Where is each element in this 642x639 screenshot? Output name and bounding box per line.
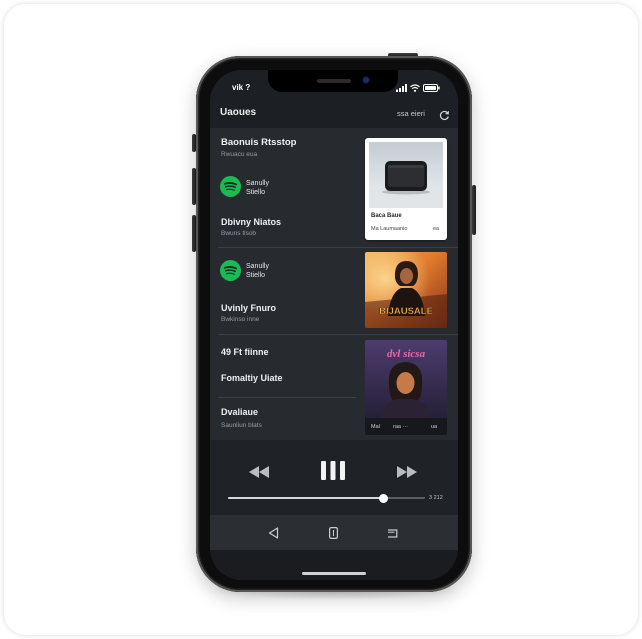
feed-section-3: 49 Ft fiinne Fomaltiy Uiate Dvaliaue Sau… <box>210 335 458 440</box>
track-item[interactable]: Dvaliaue Saunliun blats <box>221 407 357 431</box>
track-subtitle: Bwkinso inne <box>221 316 260 323</box>
progress-fill <box>228 497 384 499</box>
source-label: Stiello <box>246 189 266 196</box>
source-link[interactable]: Sanully Stiello <box>220 176 292 197</box>
signal-icon <box>396 84 407 92</box>
notch <box>268 70 398 92</box>
divider <box>218 397 356 398</box>
player-controls: 3 212 <box>210 440 458 515</box>
track-item[interactable]: Uvinly Fnuro Bwkinso inne <box>221 303 357 327</box>
album-card[interactable]: Baca Baue Ma Laumaanio ea <box>365 138 447 240</box>
back-icon[interactable] <box>266 526 280 540</box>
spotify-icon <box>220 176 241 197</box>
progress-slider[interactable] <box>228 493 425 503</box>
purple-portrait-art: dvl sicsa <box>365 340 447 435</box>
album-title-overlay: BIJAUSALE <box>379 306 433 317</box>
status-carrier: vik ? <box>232 83 251 92</box>
rewind-icon[interactable] <box>249 465 269 483</box>
feed-section-1: Baonuis Rtsstop Rwuacu eua Sanully Stiel… <box>210 128 458 247</box>
section-title: Baonuis Rtsstop <box>221 137 297 148</box>
card-caption-right: ea <box>433 226 440 232</box>
front-camera <box>363 77 369 83</box>
page-title: Uaoues <box>220 107 257 118</box>
system-nav-bar <box>210 515 458 550</box>
card-caption-mid: raa ··· <box>393 424 408 430</box>
recents-icon[interactable] <box>385 526 399 540</box>
section-title: 49 Ft fiinne <box>221 347 269 357</box>
source-name: Sanully <box>246 263 269 270</box>
speaker-device <box>385 161 427 191</box>
wifi-icon <box>410 84 420 92</box>
speaker-art <box>369 142 443 208</box>
card-caption-title: Baca Baue <box>371 213 402 219</box>
feed-section-2: Sanully Stiello Uvinly Fnuro Bwkinso inn… <box>210 248 458 334</box>
source-link[interactable]: Sanully Stiello <box>220 260 292 281</box>
power-button <box>472 185 476 235</box>
header-action-button[interactable]: ssa eieri <box>397 109 425 118</box>
card-caption-right: ua <box>431 424 438 430</box>
phone-screen: vik ? Uaoues ssa eieri Baonuis Rtsstop R… <box>210 70 458 580</box>
progress-thumb[interactable] <box>379 493 389 503</box>
section-item[interactable]: Fomaltiy Uiate <box>221 373 283 384</box>
status-icons <box>396 83 440 93</box>
track-title: Dvaliaue <box>221 407 259 417</box>
section-subtitle: Rwuacu eua <box>221 151 258 158</box>
track-subtitle: Bwuns tlsob <box>221 230 257 237</box>
fast-forward-icon[interactable] <box>397 465 417 483</box>
track-subtitle: Saunliun blats <box>221 422 262 429</box>
album-title-overlay: dvl sicsa <box>387 348 426 360</box>
track-title: Uvinly Fnuro <box>221 303 277 313</box>
phone-frame: vik ? Uaoues ssa eieri Baonuis Rtsstop R… <box>196 56 472 592</box>
album-card[interactable]: BIJAUSALE <box>365 252 447 328</box>
home-icon[interactable] <box>326 526 340 540</box>
gesture-area <box>210 550 458 580</box>
track-time: 3 212 <box>429 495 443 501</box>
pause-icon[interactable] <box>321 461 345 485</box>
source-label: Stiello <box>246 272 266 279</box>
refresh-icon[interactable] <box>439 108 450 121</box>
track-item[interactable]: Dbivny Niatos Bwuns tlsob <box>221 217 357 241</box>
source-name: Sanully <box>246 180 269 187</box>
track-title: Dbivny Niatos <box>221 217 282 227</box>
card-caption-left: Mal <box>371 424 380 430</box>
spotify-icon <box>220 260 241 281</box>
album-card[interactable]: dvl sicsa Mal raa ··· ua <box>365 340 447 435</box>
sunset-portrait-art: BIJAUSALE <box>365 252 447 328</box>
home-indicator[interactable] <box>302 572 366 575</box>
earpiece-speaker <box>317 79 351 83</box>
battery-icon <box>423 84 440 92</box>
card-caption-left: Ma Laumaanio <box>371 226 408 232</box>
